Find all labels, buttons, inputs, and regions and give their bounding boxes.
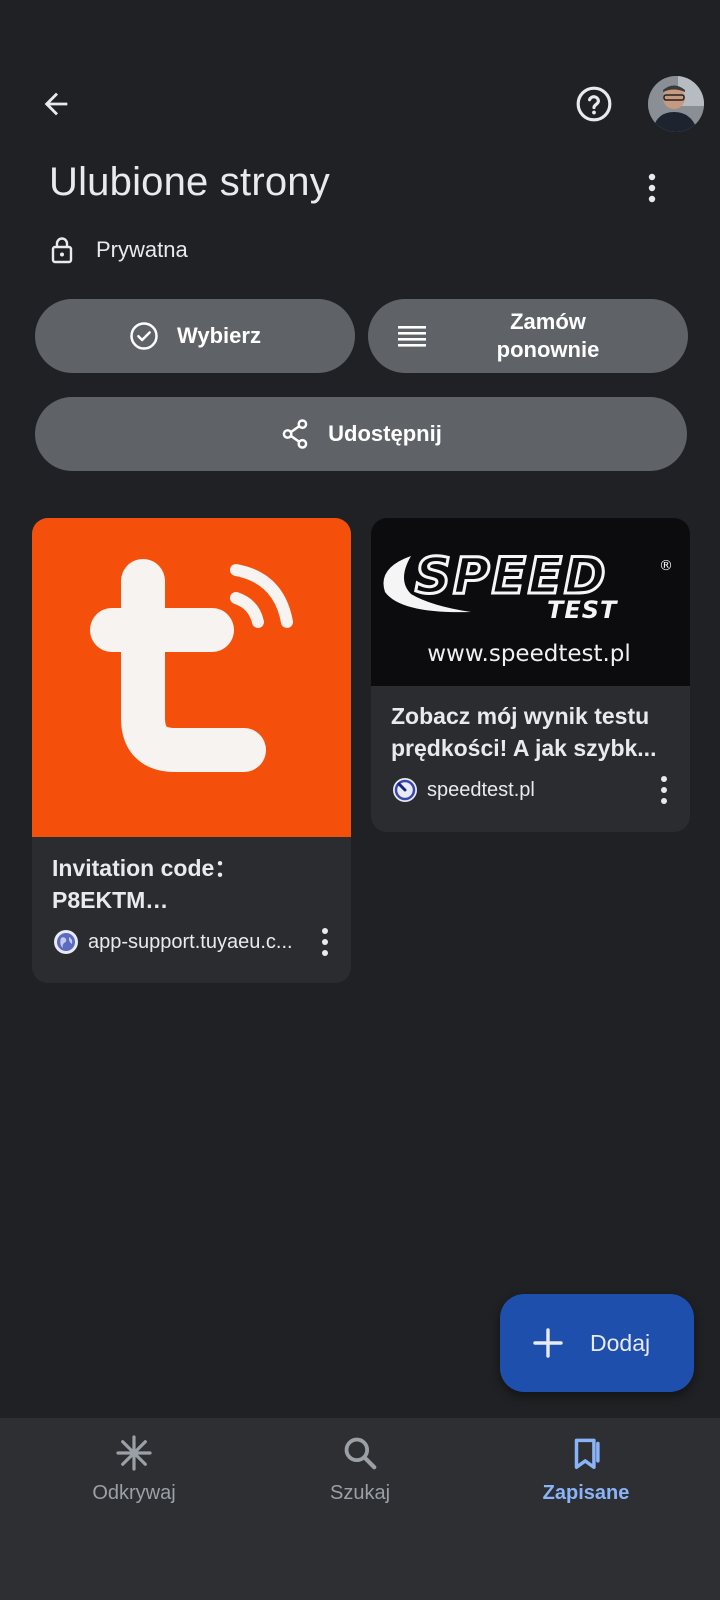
select-label: Wybierz [177,323,261,348]
bookmarks-icon [574,1438,600,1469]
more-options-button[interactable] [632,164,672,212]
tuya-logo [90,559,293,772]
card-thumbnail-speedtest: SPEED TEST ® www.speedtest.pl [371,518,690,686]
share-label: Udostępnij [328,421,442,446]
globe-icon [52,928,80,956]
privacy-status: Prywatna [50,236,188,264]
speedtest-logo: SPEED TEST ® www.speedtest.pl [383,546,673,667]
search-icon [344,1437,377,1470]
card-source-text: speedtest.pl [427,778,535,801]
nav-item-discover[interactable]: Odkrywaj [44,1434,224,1505]
card-more-button[interactable] [652,770,676,810]
nav-label-saved: Zapisane [542,1482,630,1504]
add-button[interactable]: Dodaj [500,1294,694,1392]
speedtest-thumb-url: www.speedtest.pl [427,641,631,667]
reorder-label: Zamów ponownie [497,308,600,364]
help-circle-icon [576,86,612,122]
card-more-button[interactable] [313,922,337,962]
help-button[interactable] [568,78,620,130]
reorder-label-line2: ponownie [496,337,600,362]
card-title-line2: prędkości! A jak szybk... [391,735,657,761]
share-button[interactable]: Udostępnij [35,397,687,471]
card-title-line1: Zobacz mój wynik testu [391,703,650,729]
screen: Ulubione strony Prywatna Wybierz Zamów p… [0,0,720,1600]
reorder-icon [398,326,426,347]
reorder-label-line1: Zamów [510,309,586,334]
card-source: app-support.tuyaeu.c... [52,928,293,956]
card-title: Invitation code： P8EKTM… [52,852,332,916]
asterisk-icon [116,1435,152,1471]
card-title-line1: Invitation code： [52,855,238,881]
speedtest-logo-sub: TEST [547,596,618,624]
arrow-back-icon [44,92,68,116]
plus-icon [533,1328,563,1358]
avatar[interactable] [648,76,704,132]
avatar-image [648,76,704,132]
card-title: Zobacz mój wynik testu prędkości! A jak … [391,700,671,764]
privacy-label: Prywatna [96,237,188,262]
bottom-navigation: Odkrywaj Szukaj Zapisane [0,1418,720,1600]
reorder-button[interactable]: Zamów ponownie [368,299,688,373]
nav-label-search: Szukaj [329,1482,391,1504]
registered-mark: ® [659,558,673,574]
page-title: Ulubione strony [49,160,330,204]
more-vert-icon [648,173,656,203]
nav-label-discover: Odkrywaj [92,1482,176,1504]
card-thumbnail-tuya [32,518,351,837]
card-source-text: app-support.tuyaeu.c... [88,930,293,953]
nav-item-search[interactable]: Szukaj [270,1434,450,1505]
lock-icon [51,237,73,264]
check-circle-icon [130,322,158,350]
share-icon [282,419,308,449]
saved-page-card[interactable]: SPEED TEST ® www.speedtest.pl Zobacz mój… [371,518,690,832]
nav-item-saved[interactable]: Zapisane [496,1434,676,1505]
more-vert-icon [322,928,328,956]
select-button[interactable]: Wybierz [35,299,355,373]
saved-page-card[interactable]: Invitation code： P8EKTM… app-support.tuy… [32,518,351,983]
card-source: speedtest.pl [391,776,535,804]
more-vert-icon [661,776,667,804]
add-label: Dodaj [590,1329,651,1356]
back-button[interactable] [30,78,82,130]
speedometer-icon [391,776,419,804]
card-title-line2: P8EKTM… [52,887,169,913]
